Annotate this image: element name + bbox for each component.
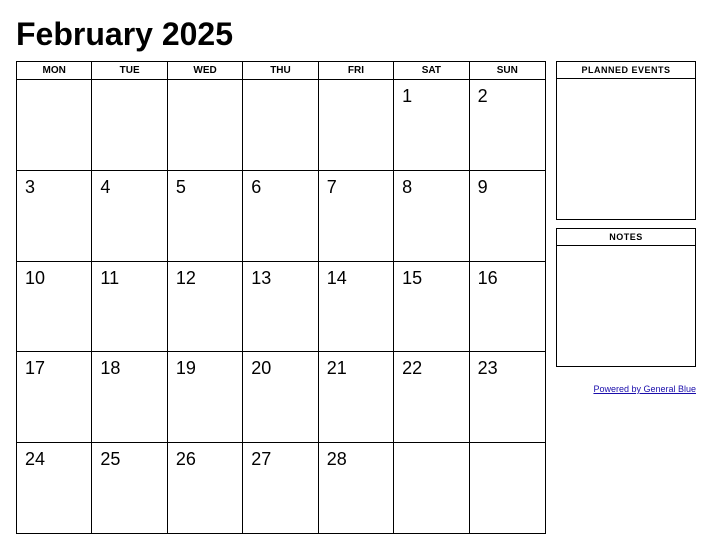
calendar-header-cell: SUN (470, 62, 545, 79)
calendar-day (243, 80, 318, 170)
calendar-day (394, 443, 469, 533)
calendar-day[interactable]: 19 (168, 352, 243, 442)
calendar-week: 12 (17, 80, 545, 171)
calendar-day[interactable]: 15 (394, 262, 469, 352)
calendar-day[interactable]: 18 (92, 352, 167, 442)
calendar-day[interactable]: 10 (17, 262, 92, 352)
calendar-body: 1234567891011121314151617181920212223242… (17, 80, 545, 533)
calendar-day[interactable]: 11 (92, 262, 167, 352)
calendar-header-cell: TUE (92, 62, 167, 79)
calendar-day[interactable]: 9 (470, 171, 545, 261)
calendar-day (470, 443, 545, 533)
calendar-header-cell: THU (243, 62, 318, 79)
calendar-day[interactable]: 28 (319, 443, 394, 533)
calendar-day[interactable]: 13 (243, 262, 318, 352)
month-title: February 2025 (16, 16, 696, 53)
calendar-header-cell: SAT (394, 62, 469, 79)
calendar-week: 3456789 (17, 171, 545, 262)
calendar-day (319, 80, 394, 170)
calendar-day[interactable]: 23 (470, 352, 545, 442)
calendar-day[interactable]: 22 (394, 352, 469, 442)
calendar-day[interactable]: 16 (470, 262, 545, 352)
calendar-week: 17181920212223 (17, 352, 545, 443)
calendar-day[interactable]: 8 (394, 171, 469, 261)
powered-by: Powered by General Blue (556, 379, 696, 397)
calendar-day[interactable]: 26 (168, 443, 243, 533)
calendar-day[interactable]: 17 (17, 352, 92, 442)
calendar-day[interactable]: 4 (92, 171, 167, 261)
powered-by-link[interactable]: Powered by General Blue (593, 384, 696, 394)
main-area: MONTUEWEDTHUFRISATSUN 123456789101112131… (16, 61, 696, 534)
notes-box: NOTES (556, 228, 696, 367)
calendar-day[interactable]: 14 (319, 262, 394, 352)
calendar-header-cell: WED (168, 62, 243, 79)
calendar-day[interactable]: 2 (470, 80, 545, 170)
notes-body (557, 246, 695, 366)
planned-events-box: PLANNED EVENTS (556, 61, 696, 220)
calendar-day (17, 80, 92, 170)
page: February 2025 MONTUEWEDTHUFRISATSUN 1234… (0, 0, 712, 550)
calendar-day[interactable]: 25 (92, 443, 167, 533)
calendar-header-cell: FRI (319, 62, 394, 79)
calendar-day[interactable]: 27 (243, 443, 318, 533)
calendar-section: MONTUEWEDTHUFRISATSUN 123456789101112131… (16, 61, 546, 534)
sidebar: PLANNED EVENTS NOTES Powered by General … (556, 61, 696, 534)
calendar-day[interactable]: 21 (319, 352, 394, 442)
calendar-day (92, 80, 167, 170)
planned-events-header: PLANNED EVENTS (557, 62, 695, 79)
notes-header: NOTES (557, 229, 695, 246)
calendar-day (168, 80, 243, 170)
planned-events-body (557, 79, 695, 219)
calendar-week: 10111213141516 (17, 262, 545, 353)
calendar-day[interactable]: 6 (243, 171, 318, 261)
calendar-day[interactable]: 24 (17, 443, 92, 533)
calendar-header-row: MONTUEWEDTHUFRISATSUN (17, 62, 545, 80)
calendar-day[interactable]: 20 (243, 352, 318, 442)
calendar-day[interactable]: 12 (168, 262, 243, 352)
calendar-day[interactable]: 5 (168, 171, 243, 261)
calendar-day[interactable]: 1 (394, 80, 469, 170)
calendar-week: 2425262728 (17, 443, 545, 533)
calendar-day[interactable]: 3 (17, 171, 92, 261)
calendar-day[interactable]: 7 (319, 171, 394, 261)
calendar-header-cell: MON (17, 62, 92, 79)
